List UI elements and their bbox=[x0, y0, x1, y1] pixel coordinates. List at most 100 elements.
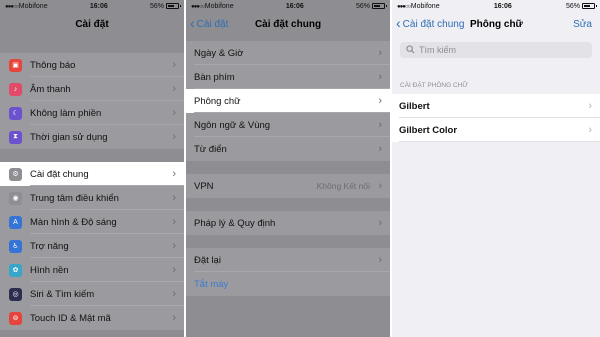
settings-panel: ●●●○○ Mobifone 16:06 56% Cài đặt ▣ Thông … bbox=[0, 0, 184, 337]
carrier: ●●●○○ Mobifone bbox=[5, 2, 48, 10]
page-title: Cài đặt bbox=[75, 18, 109, 30]
settings-row-group2-3[interactable]: ♿ Trợ năng › bbox=[0, 234, 184, 258]
settings-row-label: Siri & Tìm kiếm bbox=[30, 288, 95, 300]
back-button[interactable]: ‹ Cài đặt chung bbox=[396, 12, 464, 36]
battery-icon bbox=[581, 3, 597, 9]
edit-button[interactable]: Sửa bbox=[573, 12, 592, 36]
settings-row-group2-1[interactable]: ◉ Trung tâm điều khiển › bbox=[0, 186, 184, 210]
chevron-right-icon: › bbox=[172, 107, 176, 119]
section-header: CÀI ĐẶT PHÔNG CHỮ bbox=[400, 82, 468, 89]
fonts-panel: ●●●○○ Mobifone 16:06 56% ‹ Cài đặt chung … bbox=[392, 0, 600, 337]
general-row-label: Ngày & Giờ bbox=[194, 47, 244, 59]
settings-row-label: Cài đặt chung bbox=[30, 168, 89, 180]
general-row-label: Phông chữ bbox=[194, 95, 241, 107]
settings-row-group2-4[interactable]: ✿ Hình nền › bbox=[0, 258, 184, 282]
general-row-2[interactable]: Phông chữ › bbox=[186, 89, 390, 113]
settings-group-1: ▣ Thông báo › ♪ Âm thanh › ☾ Không làm phiền › ⧗ T… bbox=[0, 53, 184, 149]
chevron-right-icon: › bbox=[378, 119, 382, 131]
clock: 16:06 bbox=[493, 2, 512, 10]
font-name: Gilbert bbox=[399, 100, 430, 112]
chevron-right-icon: › bbox=[172, 216, 176, 228]
chevron-right-icon: › bbox=[378, 217, 382, 229]
font-row[interactable]: Gilbert › bbox=[392, 94, 600, 118]
chevron-right-icon: › bbox=[378, 95, 382, 107]
notifications-icon: ▣ bbox=[9, 58, 22, 72]
chevron-right-icon: › bbox=[378, 254, 382, 266]
settings-row-label: Âm thanh bbox=[30, 83, 71, 95]
general-row-3[interactable]: Ngôn ngữ & Vùng › bbox=[186, 113, 390, 137]
chevron-right-icon: › bbox=[172, 240, 176, 252]
sound-icon: ♪ bbox=[9, 82, 22, 96]
general-row-label: Bàn phím bbox=[194, 71, 235, 83]
display-icon: A bbox=[9, 215, 22, 229]
page-title: Cài đặt chung bbox=[254, 18, 322, 30]
font-list: Gilbert › Gilbert Color › bbox=[392, 94, 600, 142]
settings-row-label: Thông báo bbox=[30, 59, 76, 71]
nav-bar: Cài đặt bbox=[0, 12, 184, 36]
settings-row-group1-1[interactable]: ♪ Âm thanh › bbox=[0, 77, 184, 101]
general-group-1: Ngày & Giờ › Bàn phím › Phông chữ › Ngôn ngữ &… bbox=[186, 41, 390, 161]
chevron-left-icon: ‹ bbox=[396, 15, 401, 31]
screenshot: ●●●○○ Mobifone 16:06 56% Cài đặt ▣ Thông … bbox=[0, 0, 600, 337]
carrier: ●●●○○ Mobifone bbox=[191, 2, 234, 10]
nav-bar: ‹ Cài đặt Cài đặt chung bbox=[186, 12, 390, 36]
general-panel: ●●●○○ Mobifone 16:06 56% ‹ Cài đặt Cài đặ… bbox=[186, 0, 390, 337]
legal-row[interactable]: Pháp lý & Quy định › bbox=[186, 211, 390, 235]
shutdown-row[interactable]: Tắt máy bbox=[186, 272, 390, 296]
reset-row[interactable]: Đặt lại › bbox=[186, 248, 390, 272]
clock: 16:06 bbox=[89, 2, 108, 10]
settings-row-label: Trung tâm điều khiển bbox=[30, 192, 119, 204]
page-title: Phông chữ bbox=[470, 18, 523, 30]
signal-icon: ●●●○○ bbox=[397, 3, 411, 10]
settings-row-group1-0[interactable]: ▣ Thông báo › bbox=[0, 53, 184, 77]
settings-row-label: Thời gian sử dụng bbox=[30, 131, 108, 143]
chevron-right-icon: › bbox=[172, 131, 176, 143]
status-bar: ●●●○○ Mobifone 16:06 56% bbox=[186, 0, 390, 12]
settings-row-label: Màn hình & Độ sáng bbox=[30, 216, 117, 228]
chevron-right-icon: › bbox=[172, 59, 176, 71]
font-row[interactable]: Gilbert Color › bbox=[392, 118, 600, 142]
clock: 16:06 bbox=[285, 2, 304, 10]
chevron-right-icon: › bbox=[172, 192, 176, 204]
general-row-0[interactable]: Ngày & Giờ › bbox=[186, 41, 390, 65]
settings-row-group2-5[interactable]: ◎ Siri & Tìm kiếm › bbox=[0, 282, 184, 306]
hourglass-icon: ⧗ bbox=[9, 130, 22, 144]
chevron-left-icon: ‹ bbox=[190, 15, 195, 31]
wallpaper-icon: ✿ bbox=[9, 263, 22, 277]
settings-row-group2-0[interactable]: ⚙ Cài đặt chung › bbox=[0, 162, 184, 186]
back-button[interactable]: ‹ Cài đặt bbox=[190, 12, 228, 36]
settings-row-label: Hình nền bbox=[30, 264, 69, 276]
vpn-status: Không Kết nối bbox=[316, 181, 370, 191]
carrier: ●●●○○ Mobifone bbox=[397, 2, 440, 10]
signal-icon: ●●●○○ bbox=[191, 3, 205, 10]
gear-icon: ⚙ bbox=[9, 167, 22, 181]
chevron-right-icon: › bbox=[588, 100, 592, 112]
chevron-right-icon: › bbox=[172, 264, 176, 276]
settings-row-group2-6[interactable]: ⊚ Touch ID & Mật mã › bbox=[0, 306, 184, 330]
status-bar: ●●●○○ Mobifone 16:06 56% bbox=[0, 0, 184, 12]
battery-status: 56% bbox=[566, 3, 597, 10]
search-field[interactable]: Tìm kiếm bbox=[400, 42, 592, 58]
general-row-4[interactable]: Từ điển › bbox=[186, 137, 390, 161]
chevron-right-icon: › bbox=[588, 124, 592, 136]
general-row-label: Ngôn ngữ & Vùng bbox=[194, 119, 271, 131]
chevron-right-icon: › bbox=[172, 288, 176, 300]
settings-row-group2-2[interactable]: A Màn hình & Độ sáng › bbox=[0, 210, 184, 234]
settings-row-label: Touch ID & Mật mã bbox=[30, 312, 111, 324]
nav-bar: ‹ Cài đặt chung Phông chữ Sửa bbox=[392, 12, 600, 36]
search-icon bbox=[406, 44, 415, 56]
chevron-right-icon: › bbox=[172, 168, 176, 180]
fingerprint-icon: ⊚ bbox=[9, 311, 22, 325]
settings-row-group1-3[interactable]: ⧗ Thời gian sử dụng › bbox=[0, 125, 184, 149]
battery-icon bbox=[165, 3, 181, 9]
settings-row-label: Không làm phiền bbox=[30, 107, 102, 119]
chevron-right-icon: › bbox=[378, 71, 382, 83]
settings-group-2: ⚙ Cài đặt chung › ◉ Trung tâm điều khiển › A Mà… bbox=[0, 162, 184, 330]
chevron-right-icon: › bbox=[172, 83, 176, 95]
search-placeholder: Tìm kiếm bbox=[419, 45, 456, 55]
vpn-row[interactable]: VPN Không Kết nối › bbox=[186, 174, 390, 198]
settings-row-group1-2[interactable]: ☾ Không làm phiền › bbox=[0, 101, 184, 125]
chevron-right-icon: › bbox=[378, 47, 382, 59]
chevron-right-icon: › bbox=[378, 143, 382, 155]
general-row-1[interactable]: Bàn phím › bbox=[186, 65, 390, 89]
